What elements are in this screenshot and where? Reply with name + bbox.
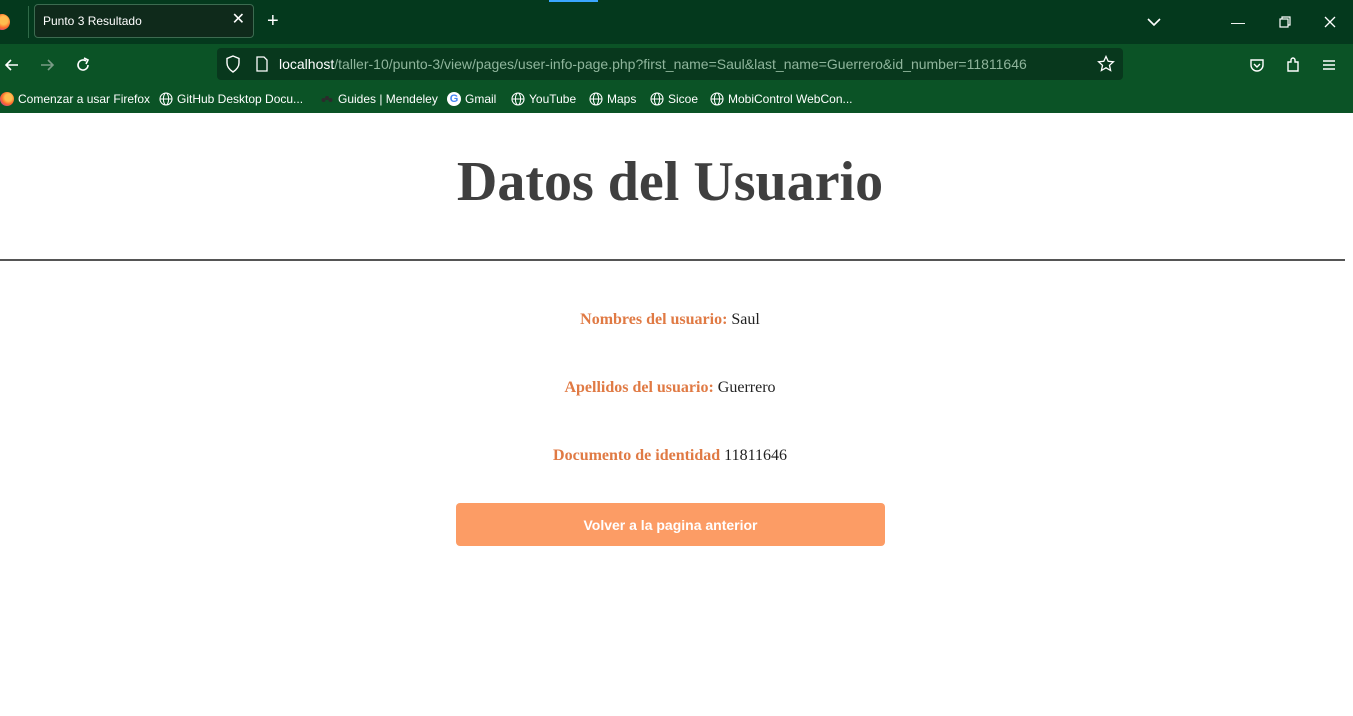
bookmark-label: YouTube — [529, 92, 577, 106]
id-document-value: 11811646 — [724, 447, 787, 464]
bookmark-label: Guides | Mendeley — [338, 92, 438, 106]
bookmark-label: MobiControl WebCon... — [728, 92, 853, 106]
bookmark-label: GitHub Desktop Docu... — [177, 92, 304, 106]
active-tab[interactable]: Punto 3 Resultado ✕ — [34, 4, 254, 38]
id-document-label: Documento de identidad — [553, 447, 721, 464]
menu-hamburger-icon[interactable] — [1319, 55, 1339, 75]
bookmark-item[interactable]: YouTube — [511, 90, 576, 108]
bookmarks-toolbar: Comenzar a usar Firefox GitHub Desktop D… — [0, 86, 1353, 113]
bookmark-item[interactable]: Guides | Mendeley — [320, 90, 438, 108]
forward-arrow-icon[interactable] — [37, 55, 57, 75]
firefox-icon — [0, 92, 14, 106]
bookmark-item[interactable]: MobiControl WebCon... — [710, 90, 853, 108]
close-tab-icon[interactable]: ✕ — [232, 11, 245, 29]
page-title: Datos del Usuario — [456, 151, 884, 213]
browser-tab-strip: Punto 3 Resultado ✕ + — — [0, 0, 1353, 44]
bookmark-star-icon[interactable] — [1097, 55, 1115, 73]
title-divider — [0, 259, 1345, 261]
bookmark-label: Comenzar a usar Firefox — [18, 92, 151, 106]
close-window-icon[interactable] — [1320, 12, 1340, 32]
last-name-value: Guerrero — [717, 379, 776, 396]
pocket-icon[interactable] — [1247, 55, 1267, 75]
bookmark-label: Maps — [607, 92, 637, 106]
url-host: localhost — [279, 56, 335, 72]
tab-divider — [28, 6, 29, 38]
globe-icon — [650, 92, 664, 106]
bookmark-item[interactable]: GitHub Desktop Docu... — [159, 90, 303, 108]
bookmark-item[interactable]: Maps — [589, 90, 636, 108]
first-name-label: Nombres del usuario: — [580, 311, 728, 328]
back-button[interactable]: Volver a la pagina anterior — [456, 503, 885, 546]
tab-loading-indicator — [549, 0, 598, 2]
new-tab-icon[interactable]: + — [267, 10, 279, 32]
restore-window-icon[interactable] — [1275, 12, 1295, 32]
globe-icon — [511, 92, 525, 106]
address-bar[interactable]: localhost/taller-10/punto-3/view/pages/u… — [217, 48, 1123, 80]
bookmark-item[interactable]: Sicoe — [650, 90, 698, 108]
tab-title: Punto 3 Resultado — [43, 14, 142, 28]
minimize-window-icon[interactable]: — — [1228, 12, 1248, 32]
globe-icon — [589, 92, 603, 106]
id-document-field: Documento de identidad 11811646 — [0, 447, 1340, 465]
page-icon[interactable] — [255, 56, 269, 72]
bookmark-item[interactable]: G Gmail — [447, 90, 496, 108]
globe-icon — [710, 92, 724, 106]
bookmark-label: Sicoe — [668, 92, 699, 106]
first-name-value: Saul — [731, 311, 760, 328]
last-name-label: Apellidos del usuario: — [564, 379, 714, 396]
back-arrow-icon[interactable] — [2, 55, 22, 75]
list-all-tabs-icon[interactable] — [1146, 14, 1162, 30]
firefox-logo-icon — [0, 14, 10, 30]
reload-icon[interactable] — [73, 55, 93, 75]
bookmark-label: Gmail — [465, 92, 497, 106]
globe-icon — [159, 92, 173, 106]
first-name-field: Nombres del usuario: Saul — [0, 311, 1340, 329]
url-path: /taller-10/punto-3/view/pages/user-info-… — [334, 56, 1027, 72]
extensions-icon[interactable] — [1283, 55, 1303, 75]
shield-icon[interactable] — [225, 55, 241, 73]
url-text[interactable]: localhost/taller-10/punto-3/view/pages/u… — [279, 56, 1027, 72]
last-name-field: Apellidos del usuario: Guerrero — [0, 379, 1340, 397]
bookmark-item[interactable]: Comenzar a usar Firefox — [0, 90, 150, 108]
mendeley-icon — [321, 96, 333, 102]
google-icon: G — [447, 92, 461, 106]
